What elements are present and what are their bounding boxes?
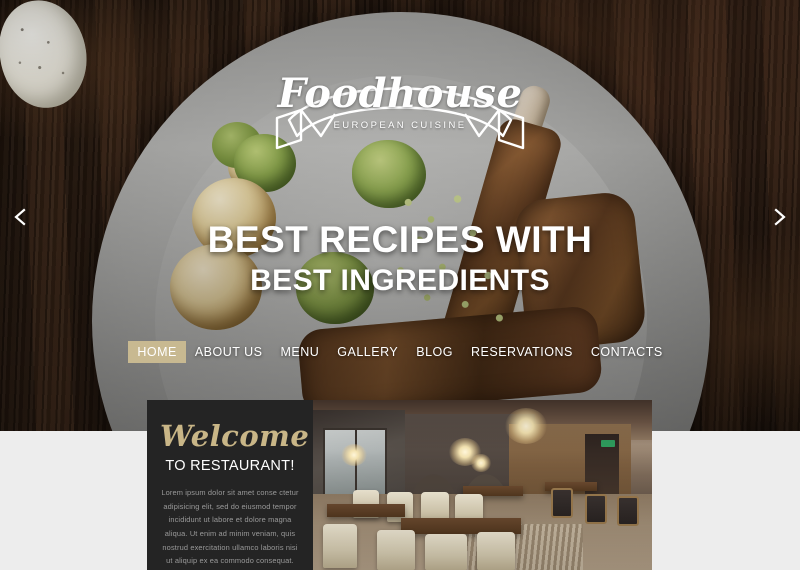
next-slide-arrow[interactable] — [768, 206, 790, 228]
welcome-panel: Welcome TO RESTAURANT! Lorem ipsum dolor… — [147, 400, 313, 570]
logo-wordmark: Foodhouse — [277, 70, 523, 117]
welcome-subtitle: TO RESTAURANT! — [165, 458, 295, 474]
nav-item-home[interactable]: HOME — [128, 341, 186, 363]
hero-headline-line-1: BEST RECIPES WITH — [207, 219, 593, 260]
nav-item-menu[interactable]: MENU — [271, 341, 328, 363]
nav-item-reservations[interactable]: RESERVATIONS — [462, 341, 582, 363]
main-navigation: HOME ABOUT US MENU GALLERY BLOG RESERVAT… — [0, 341, 800, 363]
restaurant-homepage: Foodhouse EUROPEAN CUISINE BEST RECIPES … — [0, 0, 800, 570]
site-logo[interactable]: Foodhouse EUROPEAN CUISINE — [257, 62, 543, 154]
welcome-title: Welcome — [160, 419, 310, 453]
welcome-body-text: Lorem ipsum dolor sit amet conse ctetur … — [161, 488, 299, 566]
nav-item-contacts[interactable]: CONTACTS — [582, 341, 672, 363]
restaurant-interior-photo — [313, 400, 652, 570]
logo-tagline: EUROPEAN CUISINE — [333, 120, 467, 131]
chevron-right-icon — [774, 208, 786, 226]
hero-headline-line-2: BEST INGREDIENTS — [250, 263, 550, 297]
interior-overlay — [313, 400, 652, 570]
hero-headline: BEST RECIPES WITH BEST INGREDIENTS — [0, 220, 800, 298]
hero-slider: Foodhouse EUROPEAN CUISINE BEST RECIPES … — [0, 0, 800, 431]
prev-slide-arrow[interactable] — [10, 206, 32, 228]
nav-item-blog[interactable]: BLOG — [407, 341, 462, 363]
nav-item-about-us[interactable]: ABOUT US — [186, 341, 272, 363]
nav-item-gallery[interactable]: GALLERY — [328, 341, 407, 363]
chevron-left-icon — [14, 208, 26, 226]
